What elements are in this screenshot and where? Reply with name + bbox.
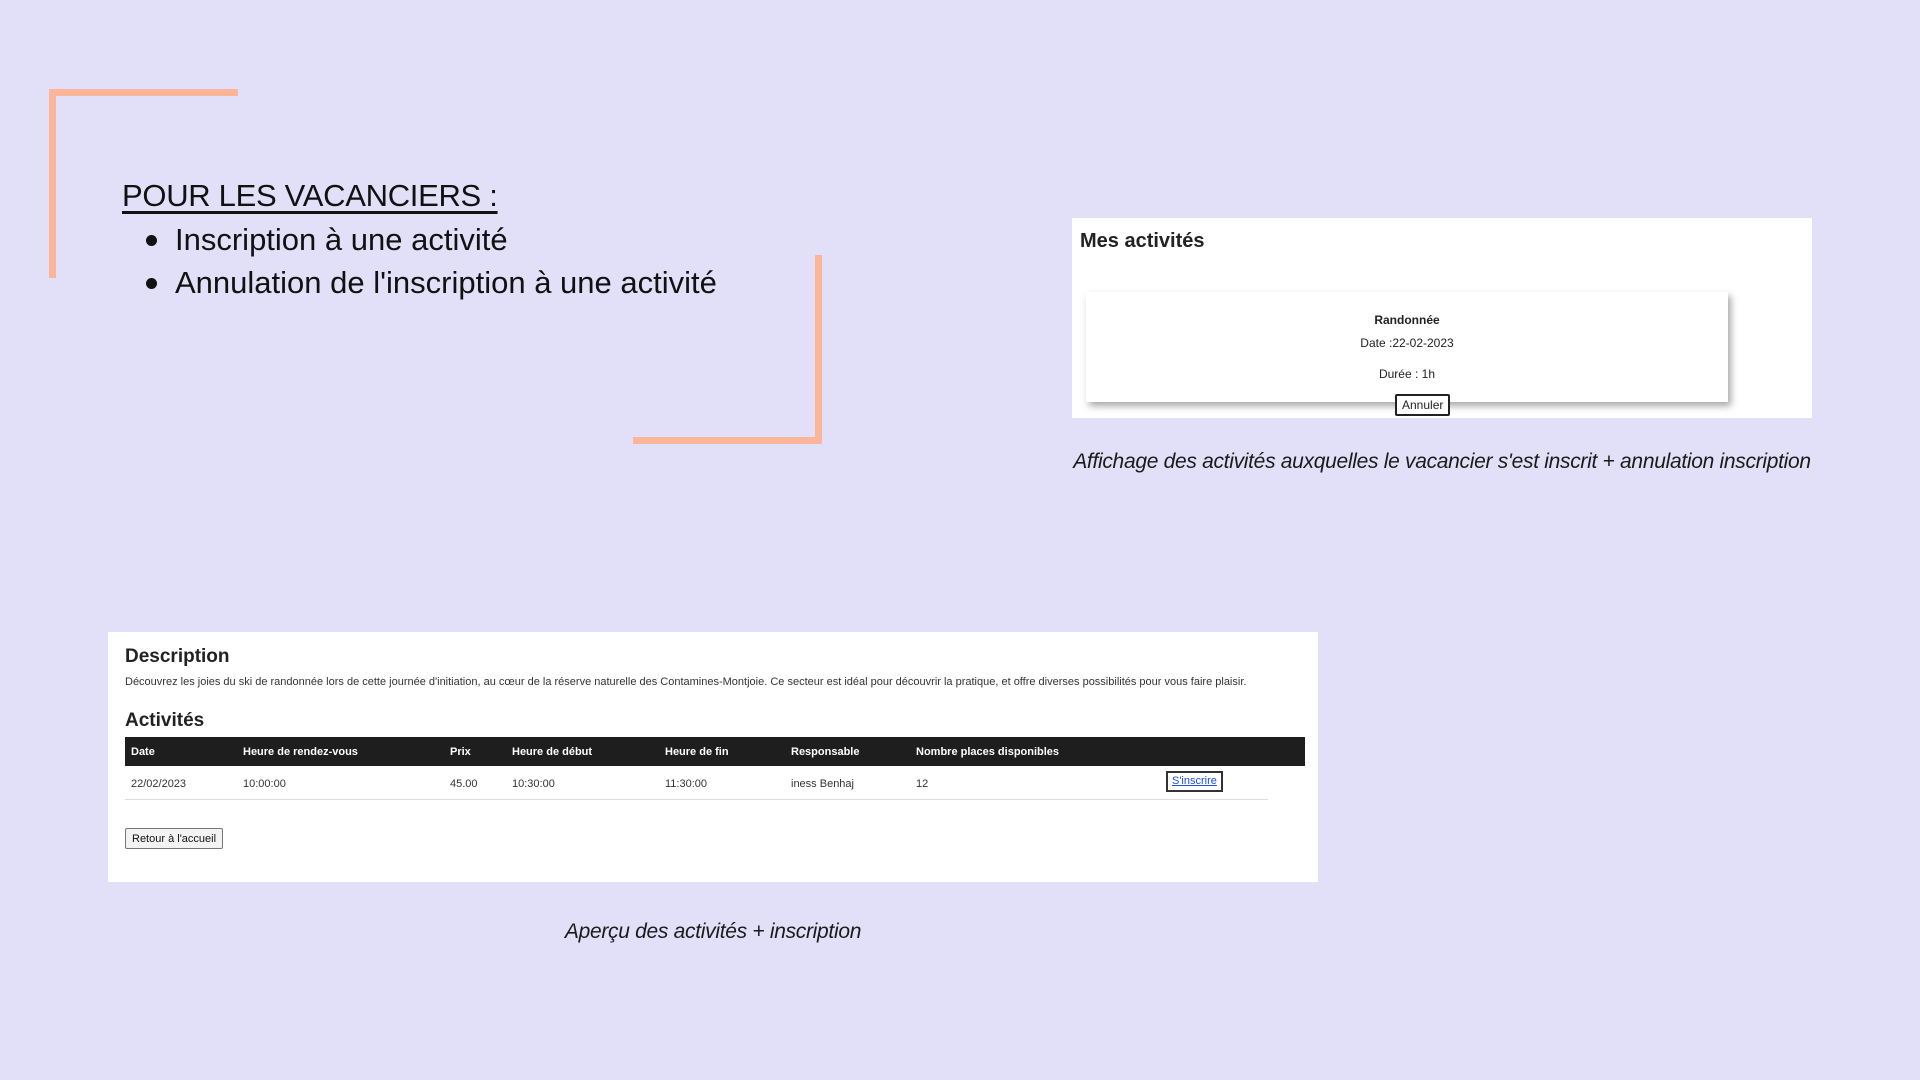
column-header-places: Nombre places disponibles: [916, 746, 1060, 758]
description-text: Découvrez les joies du ski de randonnée …: [125, 676, 1247, 688]
bullet-icon: [146, 278, 157, 289]
slide-title: POUR LES VACANCIERS :: [122, 178, 498, 213]
mes-activites-heading: Mes activités: [1080, 230, 1205, 252]
cell-heure-rdv: 10:00:00: [243, 778, 286, 790]
table-row: 22/02/2023 10:00:00 45.00 10:30:00 11:30…: [125, 766, 1268, 800]
activity-name: Randonnée: [1374, 313, 1440, 327]
cell-heure-fin: 11:30:00: [665, 778, 708, 790]
activities-overview-screenshot: Description Découvrez les joies du ski d…: [108, 632, 1318, 882]
mes-activites-screenshot: Mes activités Randonnée Date :22-02-2023…: [1072, 218, 1812, 418]
feature-label: Annulation de l'inscription à une activi…: [175, 265, 717, 300]
cell-responsable: iness Benhaj: [791, 778, 854, 790]
cancel-button[interactable]: Annuler: [1395, 394, 1451, 416]
cell-places: 12: [916, 778, 929, 790]
description-heading: Description: [125, 646, 230, 667]
activity-card: Randonnée Date :22-02-2023 Durée : 1h An…: [1086, 292, 1728, 416]
column-header-prix: Prix: [450, 746, 471, 758]
apercu-caption: Aperçu des activités + inscription: [564, 920, 862, 943]
feature-item: Annulation de l'inscription à une activi…: [146, 261, 717, 304]
table-header: Date Heure de rendez-vous Prix Heure de …: [125, 737, 1305, 766]
activity-duration: Durée : 1h: [1378, 367, 1436, 381]
activity-date: Date :22-02-2023: [1360, 336, 1454, 350]
feature-item: Inscription à une activité: [146, 218, 717, 261]
column-header-date: Date: [131, 746, 155, 758]
column-header-heure-fin: Heure de fin: [665, 746, 729, 758]
cell-date: 22/02/2023: [131, 778, 187, 790]
back-home-button[interactable]: Retour à l'accueil: [125, 828, 224, 849]
column-header-heure-debut: Heure de début: [512, 746, 593, 758]
column-header-heure-rdv: Heure de rendez-vous: [243, 746, 358, 758]
feature-list: Inscription à une activité Annulation de…: [146, 218, 717, 304]
column-header-responsable: Responsable: [791, 746, 860, 758]
mes-activites-caption: Affichage des activités auxquelles le va…: [1073, 450, 1811, 473]
cell-prix: 45.00: [450, 778, 478, 790]
bullet-icon: [146, 235, 157, 246]
feature-label: Inscription à une activité: [175, 222, 508, 257]
sinscrire-button[interactable]: S'inscrire: [1166, 771, 1223, 792]
cell-heure-debut: 10:30:00: [512, 778, 555, 790]
activities-heading: Activités: [125, 710, 205, 731]
activities-table: Date Heure de rendez-vous Prix Heure de …: [125, 737, 1305, 800]
